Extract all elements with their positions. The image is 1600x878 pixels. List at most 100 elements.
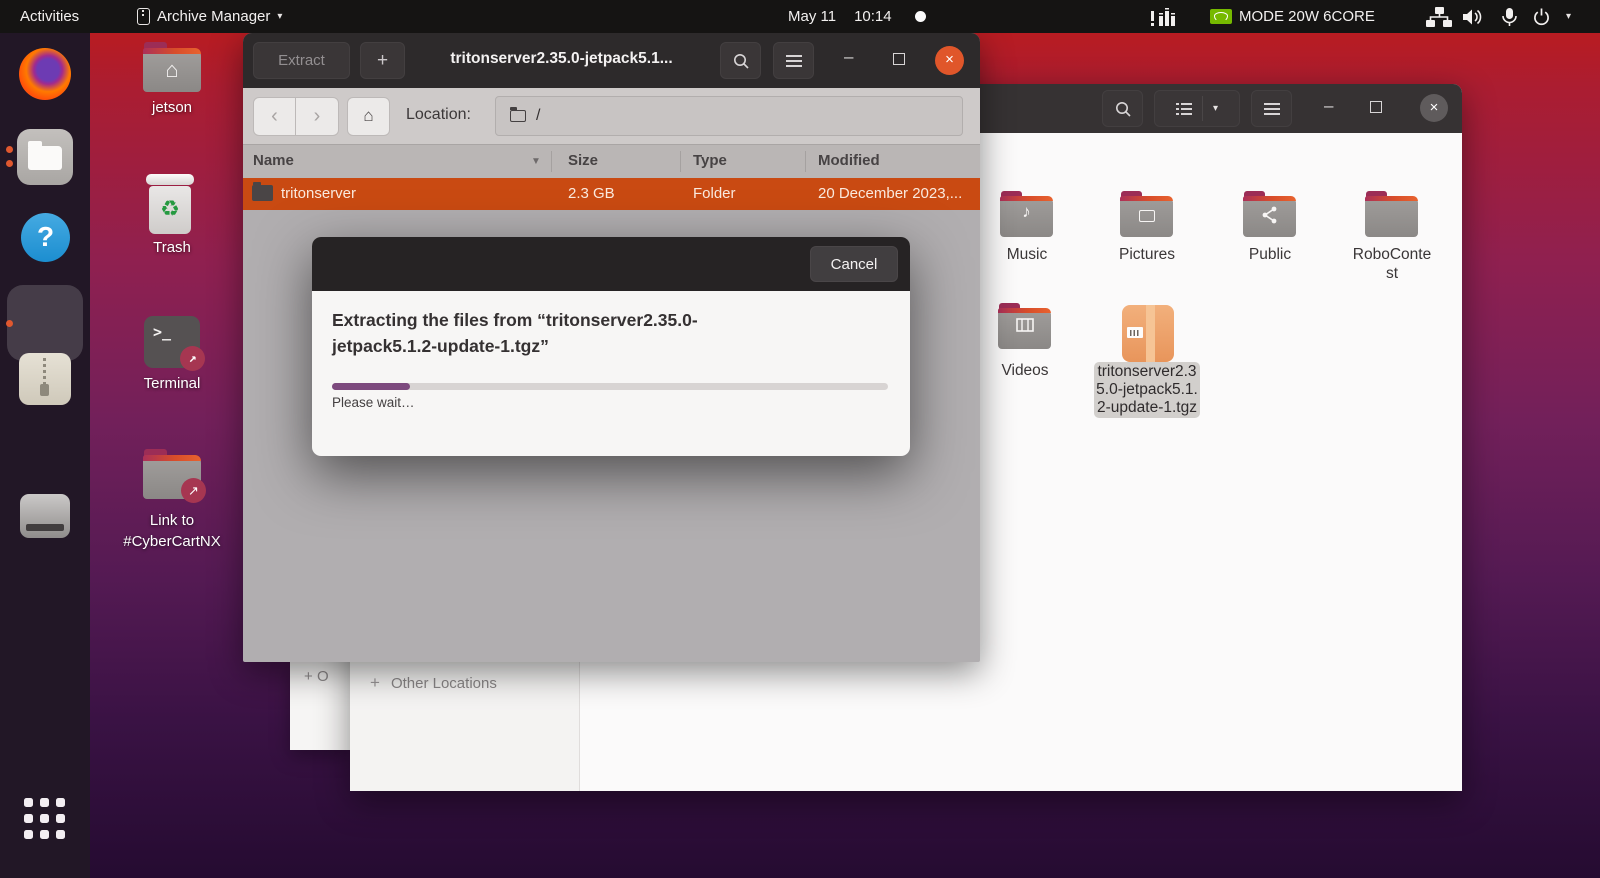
maximize-button[interactable] bbox=[893, 53, 905, 65]
clock[interactable]: May 11 10:14 bbox=[788, 0, 892, 33]
activities-button[interactable]: Activities bbox=[20, 0, 79, 33]
microphone-indicator[interactable] bbox=[1500, 0, 1519, 33]
folder-label: Pictures bbox=[1119, 246, 1175, 263]
window-title: tritonserver2.35.0-jetpack5.1... bbox=[450, 50, 673, 67]
menu-button[interactable] bbox=[773, 42, 814, 79]
desktop-icon-terminal[interactable]: >_ ↗ bbox=[144, 316, 205, 371]
column-header-name[interactable]: Name bbox=[253, 152, 294, 169]
plus-icon: + bbox=[370, 673, 380, 692]
folder-label: Music bbox=[1006, 246, 1048, 263]
folder-public[interactable] bbox=[1243, 191, 1296, 237]
archive-toolbar: ‹ › ⌂ Location: / bbox=[243, 88, 980, 145]
link-arrow-icon: ↗ bbox=[181, 478, 206, 503]
desktop-icon-jetson[interactable]: ⌂ bbox=[143, 42, 201, 92]
back-button[interactable]: ‹ bbox=[253, 97, 296, 136]
extract-button[interactable]: Extract bbox=[253, 42, 350, 79]
nvidia-power-mode-indicator[interactable]: MODE 20W 6CORE bbox=[1210, 0, 1375, 33]
divider bbox=[551, 151, 552, 172]
share-icon bbox=[1243, 205, 1296, 225]
app-menu-label: Archive Manager bbox=[157, 8, 271, 25]
power-mode-label: MODE 20W 6CORE bbox=[1239, 8, 1375, 25]
search-button[interactable] bbox=[1102, 90, 1143, 127]
column-header-type[interactable]: Type bbox=[693, 152, 727, 169]
sort-arrow-icon: ▼ bbox=[531, 156, 541, 167]
column-header-size[interactable]: Size bbox=[568, 152, 598, 169]
sidebar-item-partial: O bbox=[316, 668, 329, 685]
dock-item-help[interactable]: ? bbox=[21, 213, 70, 262]
other-locations-label: Other Locations bbox=[390, 674, 497, 692]
column-header-modified[interactable]: Modified bbox=[818, 152, 880, 169]
minimize-button[interactable]: – bbox=[844, 47, 853, 67]
folder-music[interactable]: ♪ bbox=[1000, 191, 1053, 237]
film-icon bbox=[998, 318, 1051, 332]
location-input[interactable]: / bbox=[495, 96, 963, 136]
desktop-icon-label: Trash bbox=[153, 239, 191, 256]
running-indicator-dot bbox=[6, 320, 13, 327]
dock-item-removable-media[interactable] bbox=[20, 494, 70, 538]
app-menu[interactable]: Archive Manager ▾ bbox=[137, 0, 282, 33]
nvidia-logo-icon bbox=[1210, 9, 1232, 24]
progress-status-text: Please wait… bbox=[332, 395, 415, 410]
folder-label: Public bbox=[1248, 246, 1292, 263]
top-bar: Activities Archive Manager ▾ May 11 10:1… bbox=[0, 0, 1600, 33]
desktop-icon-label: Link to #CyberCartNX bbox=[123, 512, 221, 550]
background-files-window[interactable]: + O bbox=[290, 662, 350, 750]
new-tab-button[interactable]: + bbox=[360, 42, 405, 79]
archive-titlebar[interactable]: Extract + tritonserver2.35.0-jetpack5.1.… bbox=[243, 33, 980, 88]
forward-button[interactable]: › bbox=[296, 97, 339, 136]
chevron-down-icon: ▾ bbox=[1566, 11, 1572, 22]
menu-button[interactable] bbox=[1251, 90, 1292, 127]
desktop-icon-link-cybercartnx[interactable]: ↗ bbox=[143, 449, 206, 503]
folder-label: RoboContest bbox=[1352, 246, 1432, 283]
maximize-button[interactable] bbox=[1370, 101, 1382, 113]
location-label: Location: bbox=[406, 106, 471, 123]
system-menu-chevron[interactable]: ▾ bbox=[1566, 0, 1571, 33]
folder-robocontest[interactable] bbox=[1365, 191, 1418, 237]
chevron-down-icon: ▾ bbox=[1212, 103, 1219, 114]
hamburger-icon bbox=[785, 54, 802, 67]
dock-item-archive-manager[interactable] bbox=[19, 353, 71, 405]
network-indicator[interactable] bbox=[1426, 0, 1452, 33]
search-button[interactable] bbox=[720, 42, 761, 79]
desktop-icon-trash[interactable]: ♻ bbox=[146, 174, 194, 236]
dock-item-files[interactable] bbox=[17, 129, 73, 185]
close-button[interactable]: × bbox=[935, 46, 964, 75]
sidebar-item-other-locations[interactable]: + Other Locations bbox=[370, 673, 497, 693]
folder-videos[interactable] bbox=[998, 303, 1051, 349]
cell-size: 2.3 GB bbox=[568, 185, 615, 202]
cell-modified: 20 December 2023,... bbox=[818, 185, 963, 202]
running-indicator-dot bbox=[6, 146, 13, 153]
show-applications-button[interactable] bbox=[24, 798, 68, 842]
folder-pictures[interactable] bbox=[1120, 191, 1173, 237]
home-button[interactable]: ⌂ bbox=[347, 97, 390, 136]
location-path: / bbox=[536, 107, 541, 124]
divider bbox=[805, 151, 806, 172]
power-indicator[interactable] bbox=[1532, 0, 1551, 33]
folder-icon bbox=[28, 141, 62, 170]
dialog-message: Extracting the files from “tritonserver2… bbox=[332, 310, 698, 357]
home-icon: ⌂ bbox=[165, 57, 179, 82]
chevron-down-icon: ▾ bbox=[277, 11, 283, 22]
list-header: Name ▼ Size Type Modified bbox=[243, 145, 980, 178]
folder-icon bbox=[510, 107, 526, 122]
minimize-button[interactable]: – bbox=[1324, 96, 1333, 116]
microphone-icon bbox=[1502, 7, 1517, 26]
search-icon bbox=[1115, 101, 1131, 117]
cell-name: tritonserver bbox=[281, 185, 357, 202]
speaker-icon bbox=[1463, 9, 1482, 24]
cancel-button[interactable]: Cancel bbox=[810, 246, 898, 282]
table-row-selected[interactable]: tritonserver 2.3 GB Folder 20 December 2… bbox=[243, 178, 980, 210]
close-button[interactable]: × bbox=[1420, 94, 1448, 122]
selected-file-label[interactable]: tritonserver2.35.0-jetpack5.1.2-update-1… bbox=[1094, 362, 1200, 419]
progress-bar bbox=[332, 383, 888, 390]
desktop-icon-label: jetson bbox=[151, 99, 193, 116]
divider bbox=[1201, 96, 1203, 121]
view-toggle-button[interactable]: ▾ bbox=[1154, 90, 1240, 127]
dock-item-firefox[interactable] bbox=[19, 48, 71, 100]
archive-file-icon[interactable] bbox=[1122, 305, 1174, 362]
recycle-icon: ♻ bbox=[149, 186, 191, 234]
clock-date: May 11 bbox=[788, 8, 837, 25]
system-monitor-indicator[interactable] bbox=[1150, 0, 1178, 33]
trash-lid-icon bbox=[146, 174, 194, 185]
volume-indicator[interactable] bbox=[1462, 0, 1483, 33]
